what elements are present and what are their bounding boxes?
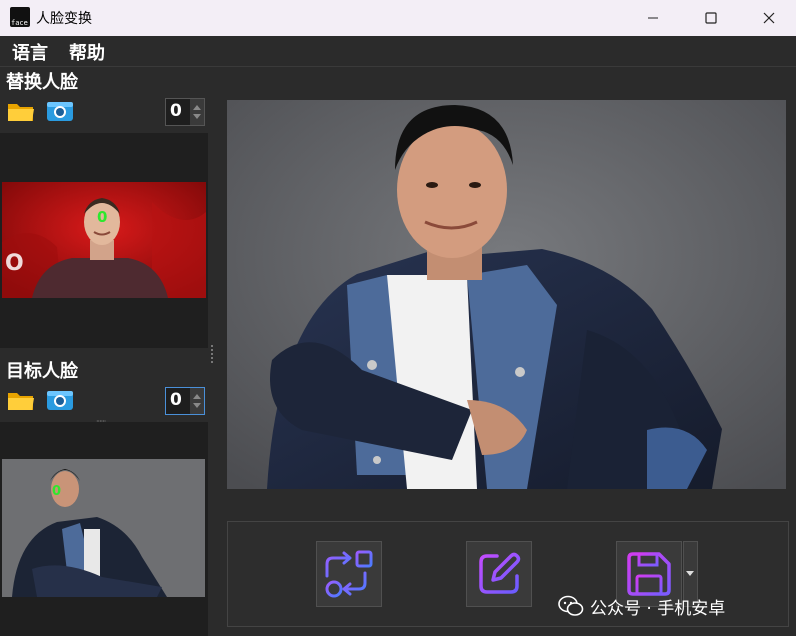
minimize-button[interactable] <box>624 0 682 36</box>
spin-up-icon[interactable] <box>193 394 201 399</box>
source-face-marker: 0 <box>97 208 107 226</box>
result-image-canvas <box>227 100 786 489</box>
camera-icon[interactable] <box>46 389 74 411</box>
target-face-index-spinbox[interactable]: 0 <box>165 387 205 415</box>
edit-button[interactable] <box>466 541 532 607</box>
vertical-splitter-handle[interactable] <box>211 345 215 363</box>
maximize-icon <box>705 12 717 24</box>
chevron-down-icon <box>686 571 694 576</box>
spin-down-icon[interactable] <box>193 403 201 408</box>
target-face-index-value: 0 <box>170 390 182 410</box>
watermark-text: 公众号 · 手机安卓 <box>590 598 726 619</box>
target-face-image[interactable]: 0 <box>2 459 205 597</box>
menu-help[interactable]: 帮助 <box>69 39 105 65</box>
maximize-button[interactable] <box>682 0 740 36</box>
svg-text:O: O <box>5 251 24 276</box>
title-bar: face 人脸变换 <box>0 0 796 36</box>
spin-arrows[interactable] <box>190 388 204 414</box>
result-image <box>227 100 786 489</box>
close-icon <box>763 12 775 24</box>
folder-icon[interactable] <box>7 100 35 122</box>
camera-icon[interactable] <box>46 100 74 122</box>
source-face-index-spinbox[interactable]: 0 <box>165 98 205 126</box>
menu-language[interactable]: 语言 <box>12 39 48 65</box>
target-face-title: 目标人脸 <box>6 361 78 382</box>
folder-icon[interactable] <box>7 389 35 411</box>
close-button[interactable] <box>740 0 796 36</box>
app-icon-label: face <box>11 19 28 27</box>
spin-arrows[interactable] <box>190 99 204 125</box>
menu-bar: 语言 帮助 <box>0 36 796 67</box>
left-panel: 替换人脸 0 O 0 目标人脸 0 0 <box>0 67 210 636</box>
window-title: 人脸变换 <box>36 11 92 27</box>
source-face-preview-area: O 0 <box>0 133 208 348</box>
minimize-icon <box>648 17 658 19</box>
source-face-title: 替换人脸 <box>6 72 78 93</box>
wechat-icon <box>558 595 584 616</box>
watermark: 公众号 · 手机安卓 <box>558 592 725 620</box>
target-face-marker: 0 <box>52 484 61 499</box>
source-face-image[interactable]: O 0 <box>2 182 206 298</box>
swap-icon <box>325 550 373 598</box>
target-face-preview-area: 0 <box>0 422 208 636</box>
edit-icon <box>479 552 521 594</box>
spin-up-icon[interactable] <box>193 105 201 110</box>
spin-down-icon[interactable] <box>193 114 201 119</box>
swap-face-button[interactable] <box>316 541 382 607</box>
app-icon: face <box>10 7 30 27</box>
source-face-index-value: 0 <box>170 101 182 121</box>
